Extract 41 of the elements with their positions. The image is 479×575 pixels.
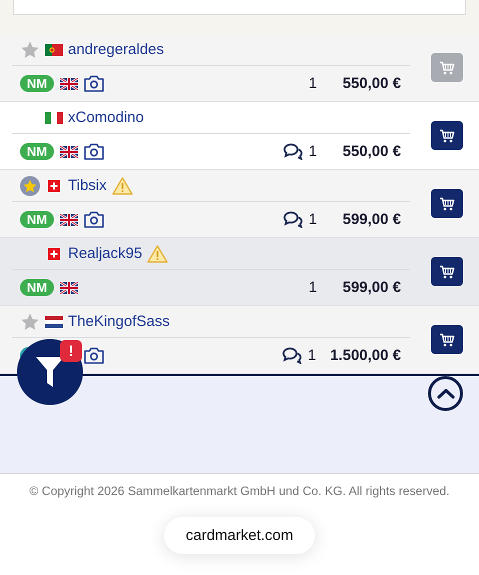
comment-icon[interactable] <box>282 347 302 364</box>
domain-label: cardmarket.com <box>164 517 316 554</box>
seller-name[interactable]: Realjack95 <box>68 245 142 262</box>
price: 599,00 € <box>342 211 401 228</box>
search-field[interactable] <box>13 0 466 15</box>
price: 1.500,00 € <box>330 347 401 364</box>
condition-tag: NM <box>20 211 54 228</box>
price: 599,00 € <box>342 279 401 296</box>
cart-icon <box>438 128 454 142</box>
comment-icon[interactable] <box>282 143 303 160</box>
add-to-cart-button[interactable] <box>430 257 462 286</box>
add-to-cart-button[interactable] <box>430 121 462 150</box>
quantity: 1 <box>308 75 317 92</box>
condition-tag: NM <box>20 143 54 160</box>
seller-name[interactable]: Tibsix <box>68 177 107 194</box>
copyright-text: © Copyright 2026 Sammelkartenmarkt GmbH und Co. KG. All rights reserved. <box>29 484 450 498</box>
add-to-cart-button[interactable] <box>430 325 462 354</box>
quantity: 1 <box>308 143 317 160</box>
cart-icon <box>438 60 454 74</box>
quantity: 1 <box>308 279 317 296</box>
condition-tag: NM <box>20 75 54 92</box>
cart-icon <box>438 196 454 210</box>
camera-icon[interactable] <box>84 211 104 228</box>
scroll-up-button[interactable] <box>428 376 463 411</box>
camera-icon[interactable] <box>84 75 104 92</box>
condition-tag: NM <box>20 279 54 296</box>
alert-badge: ! <box>60 340 82 362</box>
seller-name[interactable]: andregeraldes <box>68 41 164 58</box>
price: 550,00 € <box>342 75 401 92</box>
comment-icon[interactable] <box>282 211 303 228</box>
seller-name[interactable]: TheKingofSass <box>68 313 170 330</box>
camera-icon[interactable] <box>84 347 104 364</box>
quantity: 1 <box>308 347 316 364</box>
add-to-cart-button[interactable] <box>430 189 462 218</box>
camera-icon[interactable] <box>84 143 104 160</box>
quantity: 1 <box>308 211 317 228</box>
chevron-up-icon <box>436 388 454 399</box>
seller-name[interactable]: xComodino <box>68 109 144 126</box>
cart-icon <box>438 332 454 346</box>
price: 550,00 € <box>342 143 401 160</box>
cart-icon <box>438 264 454 278</box>
